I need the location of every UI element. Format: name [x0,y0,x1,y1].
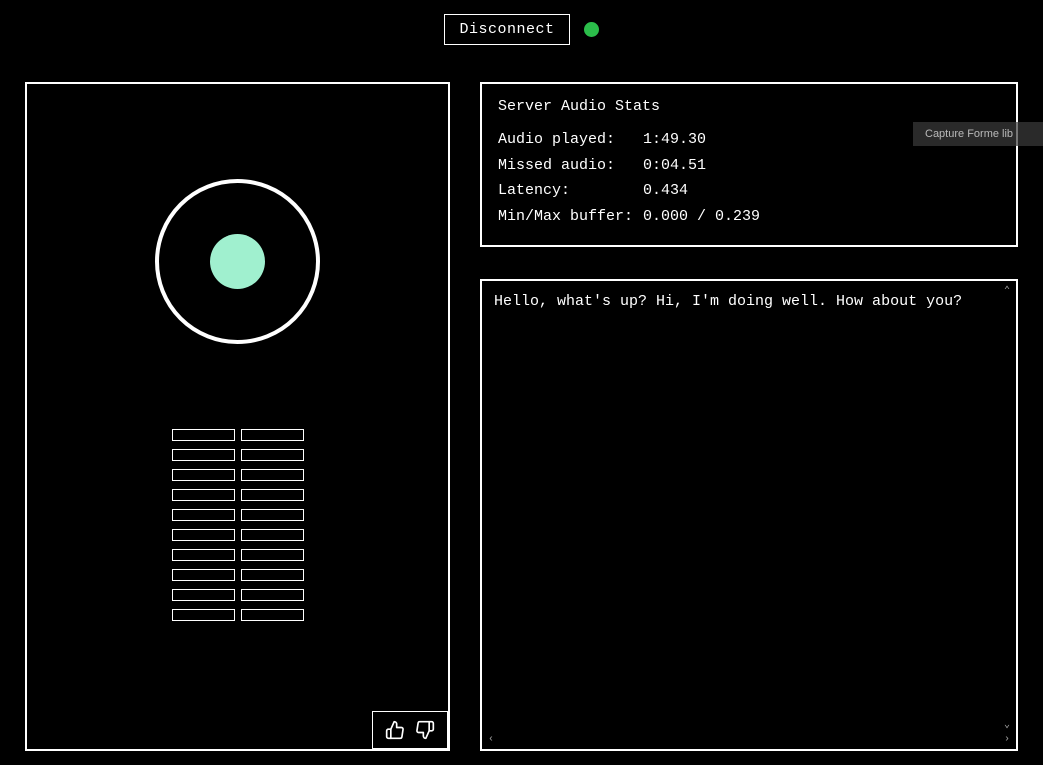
disconnect-button[interactable]: Disconnect [444,14,569,45]
level-bar [241,549,304,561]
stat-label: Missed audio: [498,153,643,179]
level-bar [241,509,304,521]
stat-value: 0.000 / 0.239 [643,204,760,230]
audio-circle [155,179,320,344]
scroll-left-icon[interactable]: ‹ [488,735,494,745]
bar-column-left [172,429,235,621]
level-bar [241,529,304,541]
right-column: Server Audio Stats Audio played: 1:49.30… [480,82,1018,751]
stat-row: Missed audio: 0:04.51 [498,153,1000,179]
audio-level-bars [172,429,304,621]
bar-column-right [241,429,304,621]
level-bar [172,609,235,621]
level-bar [241,469,304,481]
capture-overlay-hint: Capture Forme lib [913,122,1043,146]
feedback-controls [372,711,448,749]
level-bar [172,569,235,581]
transcript-text: Hello, what's up? Hi, I'm doing well. Ho… [494,291,998,312]
top-bar: Disconnect [0,0,1043,45]
audio-circle-inner [210,234,265,289]
stat-label: Audio played: [498,127,643,153]
level-bar [172,589,235,601]
level-bar [241,589,304,601]
level-bar [172,529,235,541]
level-bar [172,509,235,521]
transcript-panel[interactable]: Hello, what's up? Hi, I'm doing well. Ho… [480,279,1018,751]
stat-value: 1:49.30 [643,127,706,153]
connection-status-dot [584,22,599,37]
level-bar [241,489,304,501]
level-bar [241,429,304,441]
thumbs-down-icon[interactable] [415,720,435,740]
server-audio-stats-panel: Server Audio Stats Audio played: 1:49.30… [480,82,1018,247]
stat-value: 0:04.51 [643,153,706,179]
scroll-down-icon[interactable]: ⌄ [1004,721,1010,731]
level-bar [172,449,235,461]
stat-label: Latency: [498,178,643,204]
main-content: Server Audio Stats Audio played: 1:49.30… [25,82,1018,751]
scroll-right-icon[interactable]: › [1004,735,1010,745]
stats-title: Server Audio Stats [498,98,1000,115]
stat-label: Min/Max buffer: [498,204,643,230]
level-bar [172,489,235,501]
level-bar [241,449,304,461]
level-bar [172,469,235,481]
level-bar [241,609,304,621]
thumbs-up-icon[interactable] [385,720,405,740]
level-bar [172,429,235,441]
level-bar [241,569,304,581]
level-bar [172,549,235,561]
stat-row: Min/Max buffer: 0.000 / 0.239 [498,204,1000,230]
scroll-up-icon[interactable]: ⌃ [1004,287,1010,297]
stat-value: 0.434 [643,178,688,204]
visualizer-panel [25,82,450,751]
stat-row: Latency: 0.434 [498,178,1000,204]
audio-circle-outer [155,179,320,344]
